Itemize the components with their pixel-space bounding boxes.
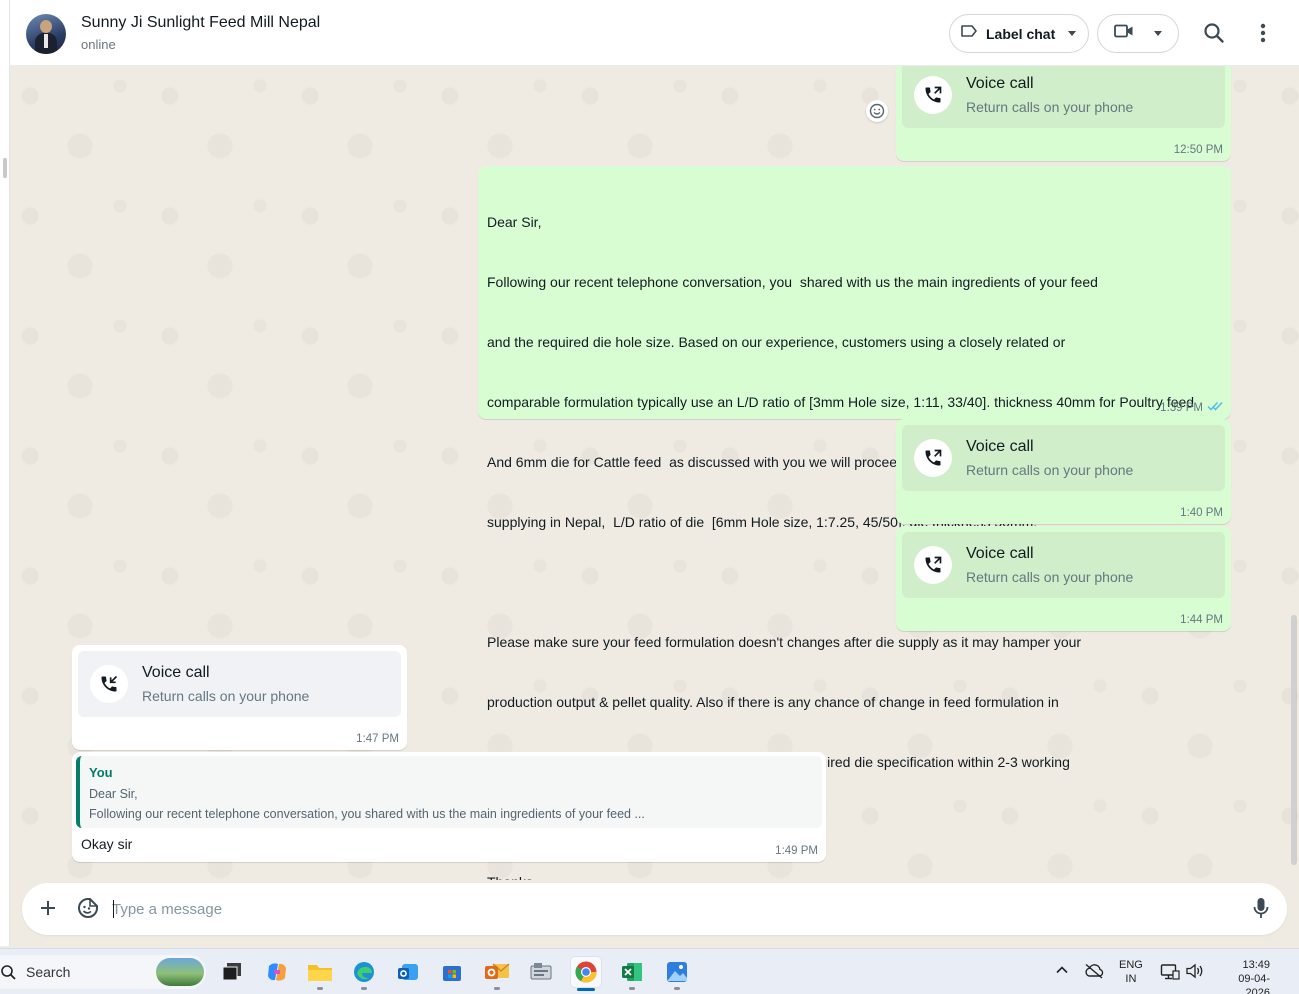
search-icon <box>0 964 18 987</box>
file-explorer-icon[interactable] <box>305 957 335 990</box>
quote-author: You <box>89 765 113 780</box>
voice-call-subtitle: Return calls on your phone <box>966 99 1134 115</box>
outlook-icon[interactable] <box>482 957 512 990</box>
outlook-new-icon[interactable] <box>393 957 423 987</box>
microsoft-store-icon[interactable] <box>437 957 467 987</box>
message-time: 1:47 PM <box>356 733 399 745</box>
contact-status: online <box>81 37 116 52</box>
voice-call-message[interactable]: Voice call Return calls on your phone 1:… <box>896 419 1231 524</box>
left-edge-strip <box>0 0 10 946</box>
voice-call-subtitle: Return calls on your phone <box>142 688 310 704</box>
search-highlight-image <box>156 958 204 986</box>
clock-date: 09-04-2026 <box>1238 973 1270 994</box>
react-emoji-icon[interactable] <box>866 100 888 122</box>
task-view-icon[interactable] <box>217 957 247 987</box>
video-camera-icon <box>1114 24 1134 43</box>
copilot-icon[interactable] <box>262 957 292 987</box>
label-icon <box>960 24 978 43</box>
left-scroll-marker <box>3 158 7 178</box>
emoji-sticker-icon[interactable] <box>77 897 99 924</box>
excel-icon[interactable] <box>617 957 647 990</box>
voice-call-subtitle: Return calls on your phone <box>966 569 1134 585</box>
volume-icon[interactable] <box>1185 963 1205 984</box>
voice-call-card[interactable]: Voice call Return calls on your phone <box>902 66 1225 128</box>
chrome-icon[interactable] <box>571 957 601 991</box>
voice-call-card[interactable]: Voice call Return calls on your phone <box>902 425 1225 491</box>
scrollbar-thumb[interactable] <box>1291 615 1297 865</box>
text-cursor <box>113 900 114 918</box>
clock-time: 13:49 <box>1242 959 1270 971</box>
chevron-down-icon <box>1068 31 1076 36</box>
video-call-button[interactable] <box>1097 14 1179 53</box>
text-message[interactable]: Dear Sir, Following our recent telephone… <box>478 166 1231 880</box>
message-composer <box>22 883 1287 935</box>
cloud-offline-icon[interactable] <box>1084 963 1104 984</box>
read-ticks-icon <box>1207 401 1223 414</box>
attach-plus-icon[interactable] <box>38 898 58 923</box>
quote-text-line: Dear Sir, <box>89 787 138 801</box>
chevron-down-icon <box>1154 31 1162 36</box>
reply-message[interactable]: You Dear Sir, Following our recent telep… <box>72 752 826 862</box>
label-chat-label: Label chat <box>986 25 1056 42</box>
more-options-icon[interactable] <box>1259 22 1267 49</box>
network-icon[interactable] <box>1160 963 1180 986</box>
message-time: 1:40 PM <box>1180 507 1223 519</box>
taskbar-search-box[interactable]: Search <box>0 955 206 989</box>
missed-call-icon <box>90 665 128 703</box>
message-time: 1:44 PM <box>1180 614 1223 626</box>
message-list[interactable]: Voice call Return calls on your phone 12… <box>10 66 1299 880</box>
voice-call-title: Voice call <box>142 664 210 681</box>
taskbar-clock[interactable]: 13:49 09-04-2026 <box>1214 958 1270 994</box>
message-time: 1:39 PM <box>1160 401 1223 414</box>
microphone-icon[interactable] <box>1253 897 1269 924</box>
taskbar-search-label: Search <box>26 964 71 980</box>
message-time: 12:50 PM <box>1173 144 1223 156</box>
contact-avatar[interactable] <box>26 14 66 54</box>
input-language-indicator[interactable]: ENG IN <box>1119 958 1143 986</box>
chat-scrollbar[interactable] <box>1291 70 1297 870</box>
voice-call-title: Voice call <box>966 75 1034 92</box>
outgoing-call-icon <box>914 439 952 477</box>
chat-header: Sunny Ji Sunlight Feed Mill Nepal online… <box>10 0 1299 66</box>
message-input[interactable] <box>112 895 1232 923</box>
photos-icon[interactable] <box>662 957 692 990</box>
windows-taskbar: Search ENG IN 13:49 09-04-2026 <box>0 948 1299 994</box>
quoted-message[interactable]: You Dear Sir, Following our recent telep… <box>76 756 822 828</box>
contact-name[interactable]: Sunny Ji Sunlight Feed Mill Nepal <box>81 14 320 32</box>
message-time: 1:49 PM <box>775 845 818 857</box>
outgoing-call-icon <box>914 76 952 114</box>
whatsapp-window: Sunny Ji Sunlight Feed Mill Nepal online… <box>0 0 1299 946</box>
label-chat-button[interactable]: Label chat <box>949 14 1089 53</box>
outgoing-call-icon <box>914 546 952 584</box>
edge-icon[interactable] <box>349 957 379 990</box>
voice-call-message[interactable]: Voice call Return calls on your phone 1:… <box>896 526 1231 631</box>
voice-call-card[interactable]: Voice call Return calls on your phone <box>902 532 1225 598</box>
voice-call-message[interactable]: Voice call Return calls on your phone 12… <box>896 66 1231 161</box>
message-text: Okay sir <box>81 836 133 852</box>
quote-text-line: Following our recent telephone conversat… <box>89 807 645 821</box>
voice-call-subtitle: Return calls on your phone <box>966 462 1134 478</box>
voice-call-card[interactable]: Voice call Return calls on your phone <box>78 651 401 717</box>
voice-call-title: Voice call <box>966 438 1034 455</box>
show-hidden-icons-chevron-icon[interactable] <box>1055 963 1069 982</box>
voice-call-title: Voice call <box>966 545 1034 562</box>
capture-tool-icon[interactable] <box>526 957 556 987</box>
search-icon[interactable] <box>1203 22 1225 49</box>
voice-call-message[interactable]: Voice call Return calls on your phone 1:… <box>72 645 407 750</box>
